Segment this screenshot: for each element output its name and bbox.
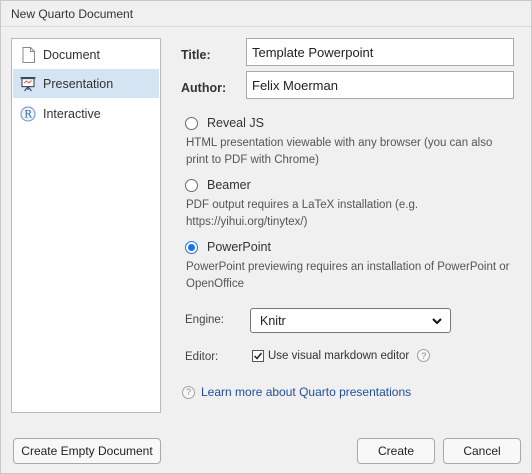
learn-more-link[interactable]: Learn more about Quarto presentations [201, 385, 411, 399]
sidebar-item-document[interactable]: Document [13, 40, 159, 69]
engine-select[interactable]: Knitr [250, 308, 451, 333]
visual-editor-option[interactable]: Use visual markdown editor ? [252, 349, 431, 362]
revealjs-description: HTML presentation viewable with any brow… [186, 137, 493, 166]
learn-more-row[interactable]: ? Learn more about Quarto presentations [182, 385, 411, 399]
visual-editor-checkbox[interactable] [252, 349, 264, 362]
beamer-description: PDF output requires a LaTeX installation… [186, 199, 419, 228]
powerpoint-radio[interactable] [185, 240, 198, 254]
editor-label: Editor: [185, 351, 219, 363]
visual-editor-label: Use visual markdown editor [268, 349, 410, 362]
powerpoint-label: PowerPoint [207, 240, 271, 254]
revealjs-label: Reveal JS [207, 116, 264, 130]
author-label: Author: [181, 81, 227, 95]
sidebar-item-interactive[interactable]: R Interactive [13, 99, 159, 128]
format-option-revealjs[interactable]: Reveal JS [185, 116, 264, 130]
sidebar-item-label: Document [43, 47, 100, 62]
format-option-beamer[interactable]: Beamer [185, 178, 251, 192]
format-option-powerpoint[interactable]: PowerPoint [185, 240, 271, 254]
revealjs-radio[interactable] [185, 116, 198, 130]
help-icon: ? [182, 385, 195, 399]
engine-selected-value: Knitr [260, 313, 286, 328]
author-input[interactable] [246, 71, 514, 99]
r-icon: R [19, 105, 37, 123]
document-type-list: Document Presentation R Interactive [11, 38, 161, 413]
help-icon[interactable]: ? [417, 349, 431, 362]
beamer-label: Beamer [207, 178, 251, 192]
sidebar-item-label: Interactive [43, 106, 101, 121]
create-empty-document-button[interactable]: Create Empty Document [13, 438, 161, 464]
cancel-button[interactable]: Cancel [443, 438, 521, 464]
title-bar: New Quarto Document [1, 1, 531, 27]
beamer-radio[interactable] [185, 178, 198, 192]
title-input[interactable] [246, 38, 514, 66]
sidebar-item-presentation[interactable]: Presentation [13, 69, 159, 98]
svg-text:R: R [24, 109, 32, 120]
powerpoint-description: PowerPoint previewing requires an instal… [186, 261, 510, 290]
engine-label: Engine: [185, 314, 225, 326]
new-quarto-document-dialog: New Quarto Document Document Presentatio… [0, 0, 532, 474]
chevron-down-icon [431, 315, 443, 330]
presentation-icon [19, 75, 37, 93]
sidebar-item-label: Presentation [43, 76, 114, 91]
document-icon [19, 46, 37, 64]
window-title: New Quarto Document [11, 7, 134, 21]
title-label: Title: [181, 48, 211, 62]
create-button[interactable]: Create [357, 438, 435, 464]
